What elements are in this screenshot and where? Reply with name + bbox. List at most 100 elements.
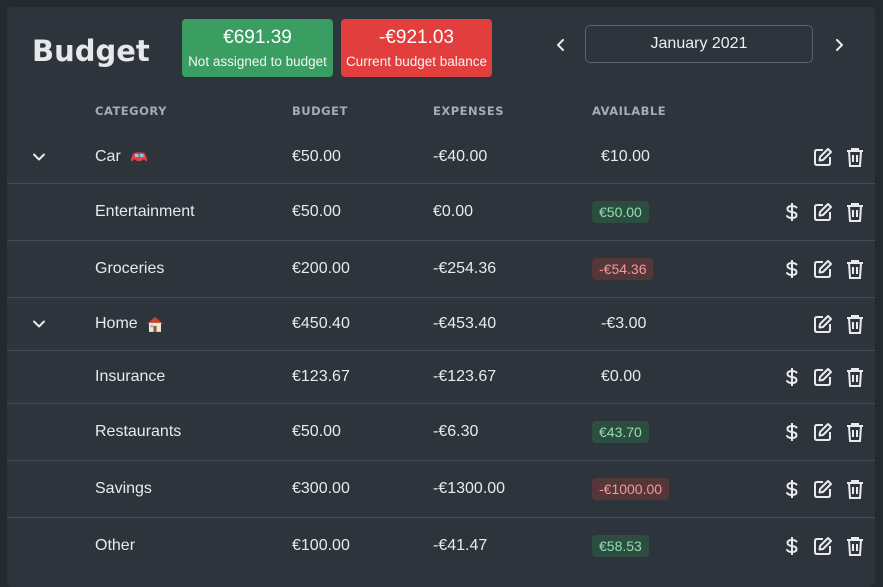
edit-category-button[interactable] bbox=[812, 478, 834, 500]
delete-category-button[interactable] bbox=[844, 258, 866, 280]
move-money-button[interactable] bbox=[781, 258, 803, 280]
edit-icon bbox=[814, 148, 832, 166]
category-expenses: -€1300.00 bbox=[433, 480, 506, 497]
group-budget: €50.00 bbox=[292, 148, 341, 165]
not-assigned-stat: €691.39 Not assigned to budget bbox=[182, 19, 333, 77]
move-money-button[interactable] bbox=[781, 535, 803, 557]
budget-balance-stat: -€921.03 Current budget balance bbox=[341, 19, 492, 77]
category-budget[interactable]: €50.00 bbox=[292, 423, 341, 441]
column-header-category: CATEGORY bbox=[95, 104, 167, 118]
category-row: Insurance €123.67 -€123.67 €0.00 bbox=[7, 351, 875, 404]
edit-icon bbox=[814, 423, 832, 441]
group-available: -€3.00 bbox=[601, 315, 647, 332]
chevron-down-icon bbox=[33, 153, 45, 161]
chevron-down-icon bbox=[33, 320, 45, 328]
category-expenses: -€254.36 bbox=[433, 260, 497, 277]
category-expenses: -€6.30 bbox=[433, 423, 479, 440]
category-budget[interactable]: €300.00 bbox=[292, 480, 350, 498]
available-badge: -€1000.00 bbox=[592, 478, 670, 500]
group-available: €10.00 bbox=[601, 148, 650, 165]
edit-category-button[interactable] bbox=[812, 421, 834, 443]
collapse-group-button[interactable] bbox=[31, 316, 47, 332]
edit-icon bbox=[814, 315, 832, 333]
chevron-right-icon bbox=[836, 39, 843, 51]
house-icon bbox=[146, 315, 164, 333]
edit-icon bbox=[814, 260, 832, 278]
not-assigned-label: Not assigned to budget bbox=[188, 54, 327, 69]
edit-icon bbox=[814, 537, 832, 555]
delete-category-button[interactable] bbox=[844, 478, 866, 500]
column-header-available: AVAILABLE bbox=[592, 104, 667, 118]
trash-icon bbox=[847, 423, 863, 442]
edit-category-button[interactable] bbox=[812, 258, 834, 280]
available-badge: €58.53 bbox=[592, 535, 649, 557]
dollar-icon bbox=[786, 480, 798, 498]
edit-group-button[interactable] bbox=[812, 313, 834, 335]
collapse-group-button[interactable] bbox=[31, 149, 47, 165]
trash-icon bbox=[847, 203, 863, 222]
category-expenses: -€41.47 bbox=[433, 537, 488, 554]
group-expenses: -€453.40 bbox=[433, 315, 497, 332]
budget-balance-label: Current budget balance bbox=[345, 54, 488, 69]
category-available: €0.00 bbox=[601, 368, 642, 385]
category-name: Entertainment bbox=[95, 203, 195, 220]
category-name: Restaurants bbox=[95, 423, 182, 440]
move-money-button[interactable] bbox=[781, 201, 803, 223]
category-budget[interactable]: €200.00 bbox=[292, 260, 350, 278]
delete-category-button[interactable] bbox=[844, 535, 866, 557]
edit-group-button[interactable] bbox=[812, 146, 834, 168]
delete-group-button[interactable] bbox=[844, 146, 866, 168]
budget-balance-amount: -€921.03 bbox=[378, 27, 454, 48]
dollar-icon bbox=[786, 423, 798, 441]
delete-category-button[interactable] bbox=[844, 366, 866, 388]
move-money-button[interactable] bbox=[781, 366, 803, 388]
month-picker-button[interactable]: January 2021 bbox=[585, 25, 813, 63]
dollar-icon bbox=[786, 260, 798, 278]
category-name: Groceries bbox=[95, 260, 165, 277]
category-available: €50.00 bbox=[592, 201, 649, 223]
available-badge: €43.70 bbox=[592, 421, 649, 443]
group-name-label: Home bbox=[95, 315, 138, 333]
trash-icon bbox=[847, 537, 863, 556]
category-budget[interactable]: €123.67 bbox=[292, 368, 350, 386]
category-row: Savings €300.00 -€1300.00 -€1000.00 bbox=[7, 461, 875, 518]
category-budget[interactable]: €50.00 bbox=[292, 203, 341, 221]
category-available: -€1000.00 bbox=[592, 478, 670, 500]
edit-category-button[interactable] bbox=[812, 366, 834, 388]
dollar-icon bbox=[786, 368, 798, 386]
delete-category-button[interactable] bbox=[844, 201, 866, 223]
group-row: Home €450.40 -€453.40 -€3.00 bbox=[7, 298, 875, 351]
move-money-button[interactable] bbox=[781, 421, 803, 443]
next-month-button[interactable] bbox=[829, 34, 849, 56]
car-icon bbox=[129, 150, 149, 164]
trash-icon bbox=[847, 260, 863, 279]
move-money-button[interactable] bbox=[781, 478, 803, 500]
category-expenses: €0.00 bbox=[433, 203, 474, 220]
category-row: Other €100.00 -€41.47 €58.53 bbox=[7, 518, 875, 574]
group-name: Car bbox=[95, 148, 149, 166]
prev-month-button[interactable] bbox=[551, 34, 571, 56]
page-title: Budget bbox=[32, 34, 150, 68]
edit-category-button[interactable] bbox=[812, 201, 834, 223]
not-assigned-amount: €691.39 bbox=[223, 27, 292, 48]
delete-category-button[interactable] bbox=[844, 421, 866, 443]
group-budget: €450.40 bbox=[292, 315, 350, 332]
category-row: Restaurants €50.00 -€6.30 €43.70 bbox=[7, 404, 875, 461]
available-badge: -€54.36 bbox=[592, 258, 654, 280]
category-name: Insurance bbox=[95, 368, 166, 385]
category-name: Savings bbox=[95, 480, 152, 497]
category-row: Entertainment €50.00 €0.00 €50.00 bbox=[7, 184, 875, 241]
delete-group-button[interactable] bbox=[844, 313, 866, 335]
category-available: €43.70 bbox=[592, 421, 649, 443]
category-budget[interactable]: €100.00 bbox=[292, 537, 350, 555]
trash-icon bbox=[847, 148, 863, 167]
group-expenses: -€40.00 bbox=[433, 148, 488, 165]
edit-icon bbox=[814, 368, 832, 386]
column-header-expenses: EXPENSES bbox=[433, 104, 505, 118]
group-name: Home bbox=[95, 315, 164, 333]
dollar-icon bbox=[786, 203, 798, 221]
edit-category-button[interactable] bbox=[812, 535, 834, 557]
group-name-label: Car bbox=[95, 148, 121, 165]
category-available: €58.53 bbox=[592, 535, 649, 557]
category-available: -€54.36 bbox=[592, 258, 654, 280]
